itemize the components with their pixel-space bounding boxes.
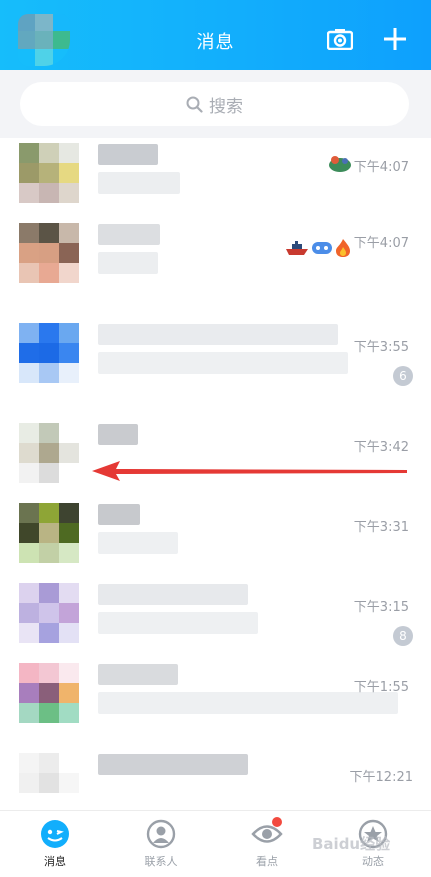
nav-label: 看点 bbox=[256, 855, 278, 868]
contact-avatar bbox=[19, 143, 79, 203]
contact-avatar bbox=[19, 753, 79, 810]
message-preview-blurred bbox=[98, 252, 158, 274]
contact-avatar bbox=[19, 323, 79, 383]
contact-name-blurred bbox=[98, 504, 140, 525]
nav-tab-contacts[interactable]: 联系人 bbox=[126, 819, 196, 869]
app-header: 消息 bbox=[0, 0, 431, 70]
fire-emoji-icon bbox=[336, 239, 350, 257]
search-placeholder: 搜索 bbox=[209, 96, 243, 117]
message-preview-blurred bbox=[98, 692, 398, 714]
unread-badge: 6 bbox=[393, 366, 413, 386]
red-arrow-annotation bbox=[92, 461, 407, 481]
message-time: 下午3:15 bbox=[353, 600, 409, 615]
contact-name-blurred bbox=[98, 754, 248, 775]
conversation-row[interactable]: 下午3:31 bbox=[0, 498, 431, 578]
conversation-row[interactable]: 下午3:55 6 bbox=[0, 318, 431, 398]
message-time: 下午12:21 bbox=[349, 770, 413, 785]
status-emoji-group bbox=[285, 238, 351, 258]
conversation-row[interactable]: 下午3:15 8 bbox=[0, 578, 431, 658]
message-preview-blurred bbox=[98, 352, 348, 374]
contact-avatar bbox=[19, 223, 79, 283]
nav-tab-watch[interactable]: 看点 bbox=[232, 817, 302, 869]
message-preview-blurred bbox=[98, 172, 180, 194]
notification-dot bbox=[272, 817, 282, 827]
message-time: 下午3:55 bbox=[353, 340, 409, 355]
contact-name-blurred bbox=[98, 224, 160, 245]
contact-name-blurred bbox=[98, 664, 178, 685]
message-time: 下午4:07 bbox=[353, 236, 409, 251]
contact-name-blurred bbox=[98, 144, 158, 165]
contact-avatar bbox=[19, 583, 79, 643]
message-time: 下午3:31 bbox=[353, 520, 409, 535]
conversation-row[interactable]: 下午12:21 bbox=[0, 748, 431, 810]
search-icon bbox=[186, 96, 203, 113]
nav-label: 联系人 bbox=[144, 855, 178, 868]
gamepad-emoji-icon bbox=[312, 242, 332, 254]
page-title: 消息 bbox=[196, 32, 235, 53]
status-emoji-group bbox=[327, 152, 353, 174]
contact-name-blurred bbox=[98, 324, 338, 345]
search-bar[interactable]: 搜索 bbox=[20, 82, 409, 126]
contact-avatar bbox=[19, 503, 79, 563]
unread-badge: 8 bbox=[393, 626, 413, 646]
message-time: 下午3:42 bbox=[353, 440, 409, 455]
conversation-row[interactable]: 下午1:55 bbox=[0, 658, 431, 738]
nav-tab-messages[interactable]: 消息 bbox=[20, 819, 90, 869]
message-time: 下午1:55 bbox=[353, 680, 409, 695]
contact-name-blurred bbox=[98, 424, 138, 445]
nav-label: 消息 bbox=[44, 855, 66, 868]
conversation-row[interactable]: 下午4:07 bbox=[0, 218, 431, 298]
message-time: 下午4:07 bbox=[353, 160, 409, 175]
ship-emoji-icon bbox=[286, 241, 308, 255]
message-preview-blurred bbox=[98, 612, 258, 634]
contact-name-blurred bbox=[98, 584, 248, 605]
contact-avatar bbox=[19, 663, 79, 723]
watermark: Baidu经验 bbox=[312, 835, 391, 853]
add-icon[interactable] bbox=[382, 26, 408, 52]
conversation-row[interactable]: 下午4:07 bbox=[0, 138, 431, 218]
nav-label: 动态 bbox=[362, 855, 384, 868]
dragon-emoji-icon bbox=[329, 156, 351, 172]
camera-icon[interactable] bbox=[327, 28, 353, 50]
search-area: 搜索 bbox=[0, 70, 431, 138]
messages-tab-icon bbox=[41, 820, 69, 848]
message-preview-blurred bbox=[98, 532, 178, 554]
contact-avatar bbox=[19, 423, 79, 483]
contacts-tab-icon bbox=[146, 819, 176, 849]
